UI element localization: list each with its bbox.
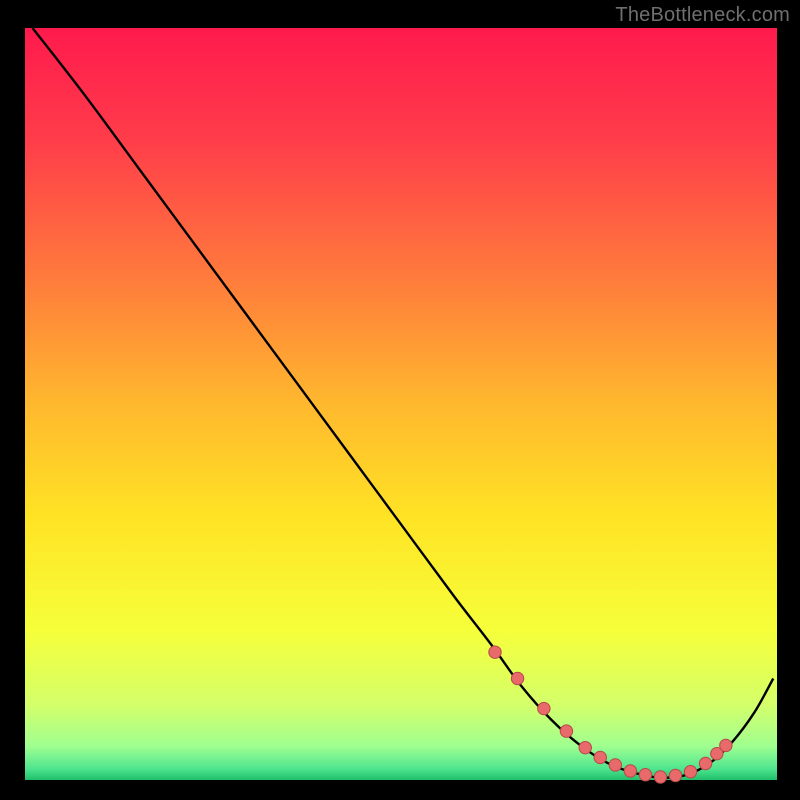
curve-marker: [699, 757, 711, 769]
curve-marker: [639, 769, 651, 781]
curve-marker: [624, 765, 636, 777]
curve-marker: [609, 759, 621, 771]
curve-marker: [511, 672, 523, 684]
curve-marker: [538, 702, 550, 714]
curve-marker: [720, 739, 732, 751]
curve-marker: [560, 725, 572, 737]
chart-stage: TheBottleneck.com: [0, 0, 800, 800]
watermark-label: TheBottleneck.com: [615, 4, 790, 27]
bottleneck-chart: [0, 0, 800, 800]
curve-marker: [654, 771, 666, 783]
curve-marker: [579, 741, 591, 753]
curve-marker: [594, 751, 606, 763]
curve-marker: [669, 769, 681, 781]
curve-marker: [684, 766, 696, 778]
plot-background: [25, 28, 777, 780]
curve-marker: [489, 646, 501, 658]
